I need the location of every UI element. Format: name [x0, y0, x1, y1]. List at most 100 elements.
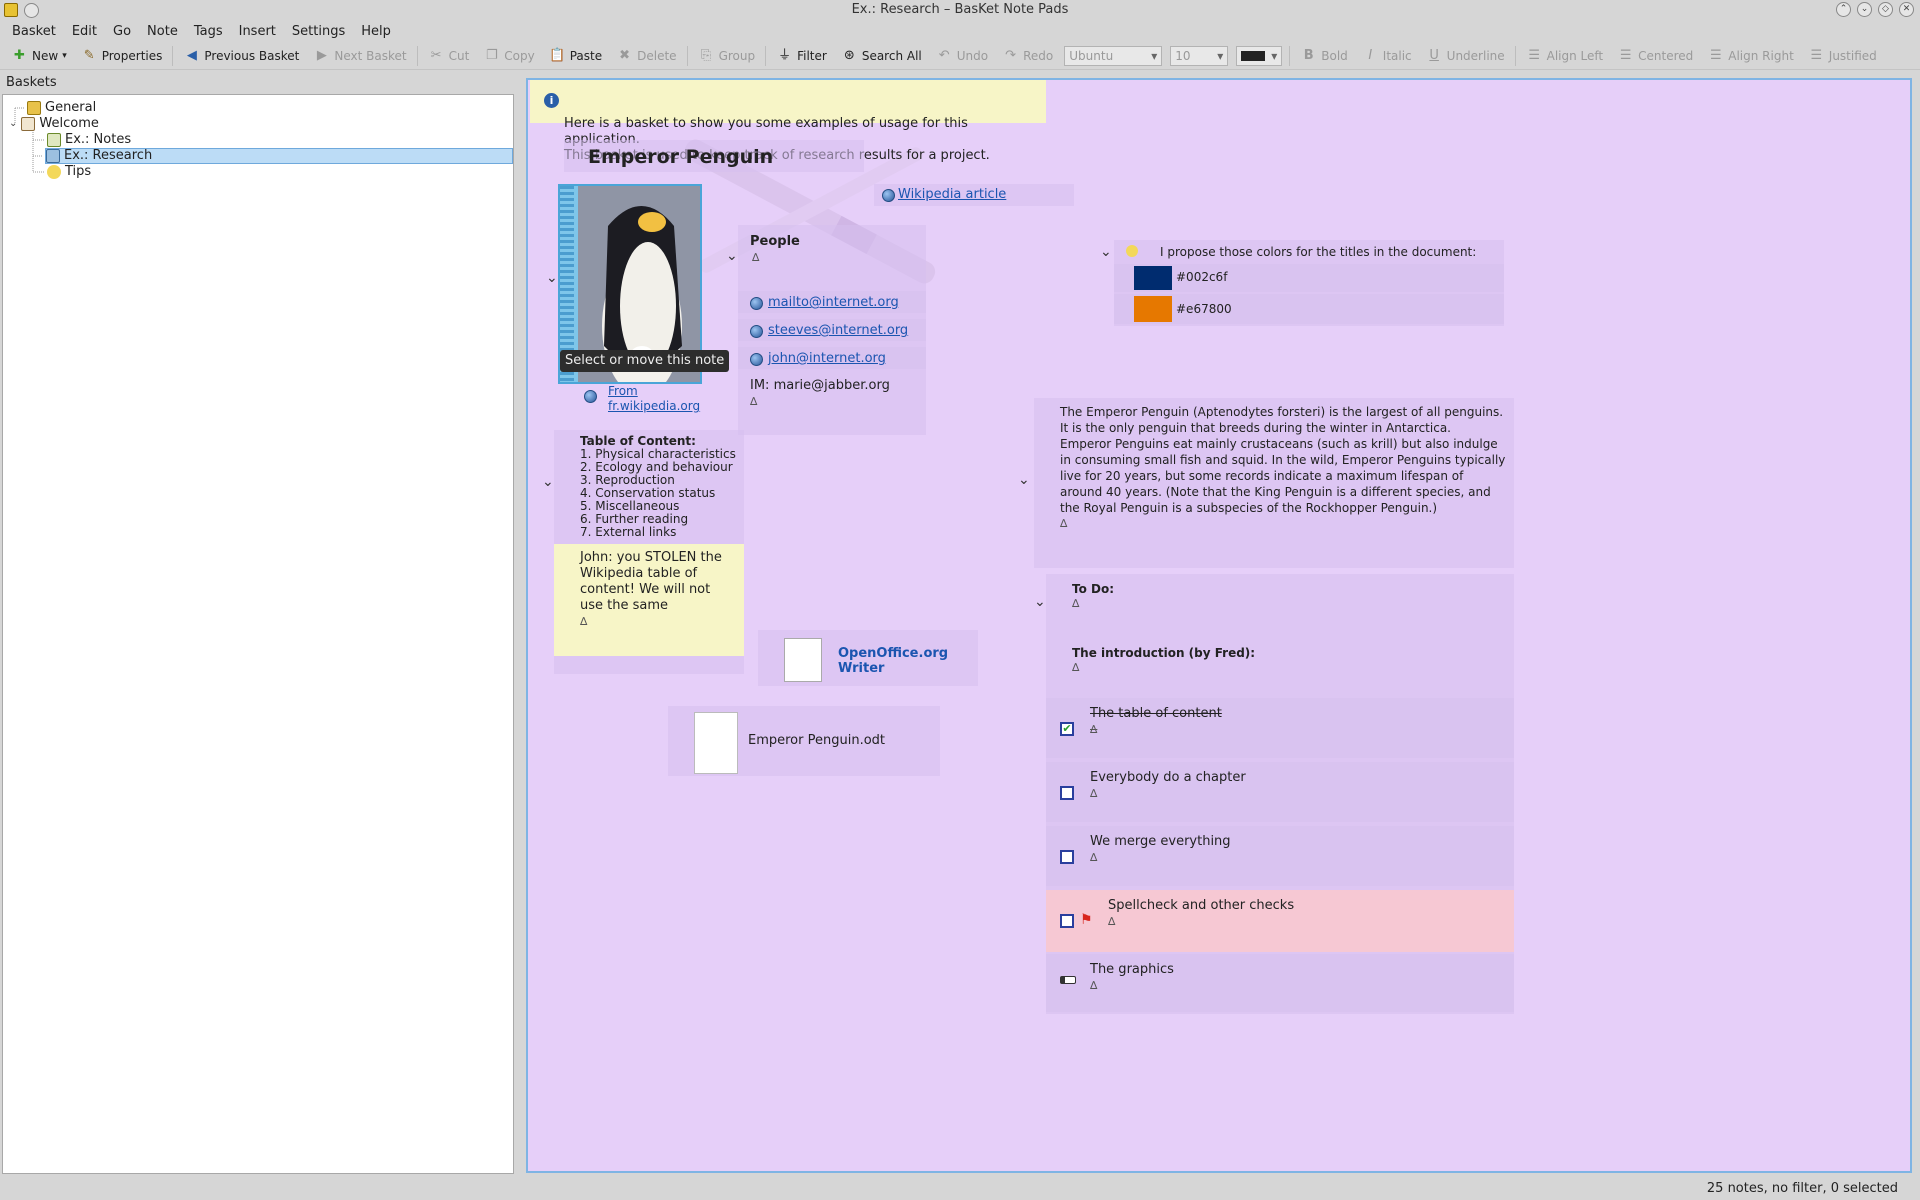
copy-button[interactable]: ❐ Copy — [476, 44, 541, 68]
chevron-down-icon[interactable]: ⌄ — [1034, 594, 1046, 610]
task-marker: ∆ — [1090, 851, 1098, 864]
task-checkbox[interactable] — [1060, 914, 1074, 928]
window-title: Ex.: Research – BasKet Note Pads — [851, 2, 1069, 17]
task-checkbox[interactable] — [1060, 786, 1074, 800]
task-checkbox[interactable]: ✔ — [1060, 722, 1074, 736]
chevron-down-icon[interactable]: ⌄ — [542, 474, 554, 490]
chevron-down-icon[interactable]: ⌄ — [726, 248, 738, 264]
group-button[interactable]: ⎘ Group — [691, 44, 763, 68]
info-icon: i — [544, 93, 559, 108]
image-source-link[interactable]: From fr.wikipedia.org — [608, 384, 704, 414]
email-row[interactable]: steeves@internet.org — [738, 319, 926, 341]
italic-button[interactable]: I Italic — [1355, 44, 1419, 68]
task-label: The graphics — [1090, 962, 1174, 977]
sticky-note[interactable]: John: you STOLEN the Wikipedia table of … — [554, 544, 744, 656]
filter-icon: ⏚ — [778, 48, 792, 63]
toc-list: 1. Physical characteristics 2. Ecology a… — [580, 448, 736, 539]
font-family-select[interactable]: Ubuntu — [1064, 45, 1163, 66]
menu-note[interactable]: Note — [139, 24, 186, 39]
title-note[interactable]: Emperor Penguin — [564, 140, 864, 172]
chevron-down-icon[interactable]: ⌄ — [546, 270, 558, 286]
arrow-right-icon: ▶ — [316, 48, 327, 63]
basket-tree[interactable]: General ⌄ Welcome Ex.: Notes Ex.: Researc… — [2, 94, 514, 1174]
chevron-down-icon[interactable]: ⌄ — [1018, 472, 1030, 488]
task-row[interactable]: Everybody do a chapter ∆ — [1046, 762, 1514, 822]
menu-tags[interactable]: Tags — [186, 24, 231, 39]
menu-edit[interactable]: Edit — [64, 24, 105, 39]
intro-note[interactable]: i Here is a basket to show you some exam… — [530, 80, 1046, 163]
window-menu-icon[interactable] — [24, 3, 39, 18]
justify-button[interactable]: ☰ Justified — [1801, 44, 1884, 68]
align-right-icon: ☰ — [1709, 48, 1722, 63]
status-bar: 25 notes, no filter, 0 selected — [1706, 1181, 1898, 1196]
search-all-button[interactable]: ⊛ Search All — [834, 44, 929, 68]
todo-group[interactable]: To Do: ∆ The introduction (by Fred): ∆ ✔… — [1046, 574, 1514, 1014]
menu-help[interactable]: Help — [353, 24, 399, 39]
app-icon[interactable] — [4, 3, 18, 17]
file-name[interactable]: Emperor Penguin.odt — [748, 733, 885, 748]
task-row[interactable]: The graphics ∆ — [1046, 954, 1514, 1012]
task-row[interactable]: ✔ The table of content ∆ — [1046, 698, 1514, 758]
wikipedia-link-note[interactable]: Wikipedia article — [874, 184, 1074, 206]
menu-insert[interactable]: Insert — [231, 24, 284, 39]
group-icon: ⎘ — [700, 48, 712, 63]
people-group[interactable]: People ∆ mailto@internet.org steeves@int… — [738, 225, 926, 435]
align-left-button[interactable]: ☰ Align Left — [1519, 44, 1611, 68]
globe-icon — [750, 325, 763, 338]
sidebar-item-ex-research[interactable]: Ex.: Research — [45, 148, 513, 164]
toolbar-separator — [686, 45, 688, 66]
new-button[interactable]: ✚ New ▾ — [4, 44, 74, 68]
bold-button[interactable]: B Bold — [1293, 44, 1355, 68]
keep-above-icon[interactable]: ⌃ — [1836, 2, 1851, 17]
paste-button[interactable]: 📋 Paste — [542, 44, 609, 68]
delete-button[interactable]: ✖ Delete — [609, 44, 683, 68]
color-row[interactable]: #e67800 — [1114, 294, 1504, 324]
new-icon: ✚ — [14, 48, 25, 63]
text-color-picker[interactable] — [1236, 45, 1283, 66]
filter-button[interactable]: ⏚ Filter — [769, 44, 834, 68]
redo-button[interactable]: ↷ Redo — [995, 44, 1060, 68]
task-row[interactable]: We merge everything ∆ — [1046, 826, 1514, 886]
close-icon[interactable]: ✕ — [1899, 2, 1914, 17]
color-swatch — [1241, 50, 1266, 61]
minimize-icon[interactable]: ⌄ — [1857, 2, 1872, 17]
properties-button[interactable]: ✎ Properties — [74, 44, 170, 68]
color-row[interactable]: #002c6f — [1114, 264, 1504, 292]
maximize-icon[interactable]: ◇ — [1878, 2, 1893, 17]
align-right-button[interactable]: ☰ Align Right — [1700, 44, 1801, 68]
document-icon — [784, 638, 822, 682]
colors-group[interactable]: I propose those colors for the titles in… — [1114, 240, 1504, 326]
underline-button[interactable]: U Underline — [1419, 44, 1512, 68]
menu-settings[interactable]: Settings — [284, 24, 353, 39]
openoffice-launcher[interactable]: OpenOffice.org Writer — [758, 630, 978, 686]
image-source-note[interactable]: From fr.wikipedia.org — [584, 384, 706, 414]
title-bar: Ex.: Research – BasKet Note Pads ⌃ ⌄ ◇ ✕ — [0, 0, 1920, 20]
align-left-icon: ☰ — [1528, 48, 1540, 63]
file-note[interactable]: Emperor Penguin.odt — [668, 706, 940, 776]
chevron-down-icon[interactable]: ⌄ — [1100, 244, 1112, 260]
task-checkbox[interactable] — [1060, 850, 1074, 864]
cut-button[interactable]: ✂ Cut — [421, 44, 477, 68]
font-size-select[interactable]: 10 — [1170, 45, 1229, 66]
launcher-label[interactable]: OpenOffice.org Writer — [838, 646, 958, 676]
toolbar-separator — [1514, 45, 1516, 66]
undo-button[interactable]: ↶ Undo — [929, 44, 995, 68]
align-center-button[interactable]: ☰ Centered — [1610, 44, 1700, 68]
email-row[interactable]: john@internet.org — [738, 347, 926, 369]
wikipedia-link[interactable]: Wikipedia article — [898, 187, 1006, 202]
task-marker: ∆ — [1090, 787, 1098, 800]
description-marker: ∆ — [1060, 517, 1068, 530]
description-note[interactable]: The Emperor Penguin (Aptenodytes forster… — [1034, 398, 1514, 568]
task-row-highlighted[interactable]: ⚑ Spellcheck and other checks ∆ — [1046, 890, 1514, 952]
toc-heading: Table of Content: — [580, 434, 696, 448]
email-row[interactable]: mailto@internet.org — [738, 291, 926, 313]
menu-go[interactable]: Go — [105, 24, 139, 39]
colors-label: I propose those colors for the titles in… — [1160, 245, 1477, 259]
justify-icon: ☰ — [1810, 48, 1823, 63]
menu-basket[interactable]: Basket — [4, 24, 64, 39]
toc-group[interactable]: Table of Content: 1. Physical characteri… — [554, 430, 744, 674]
next-basket-button[interactable]: ▶ Next Basket — [306, 44, 413, 68]
basket-view[interactable]: i Here is a basket to show you some exam… — [526, 78, 1912, 1173]
color-swatch — [1134, 266, 1172, 290]
previous-basket-button[interactable]: ◀ Previous Basket — [176, 44, 306, 68]
